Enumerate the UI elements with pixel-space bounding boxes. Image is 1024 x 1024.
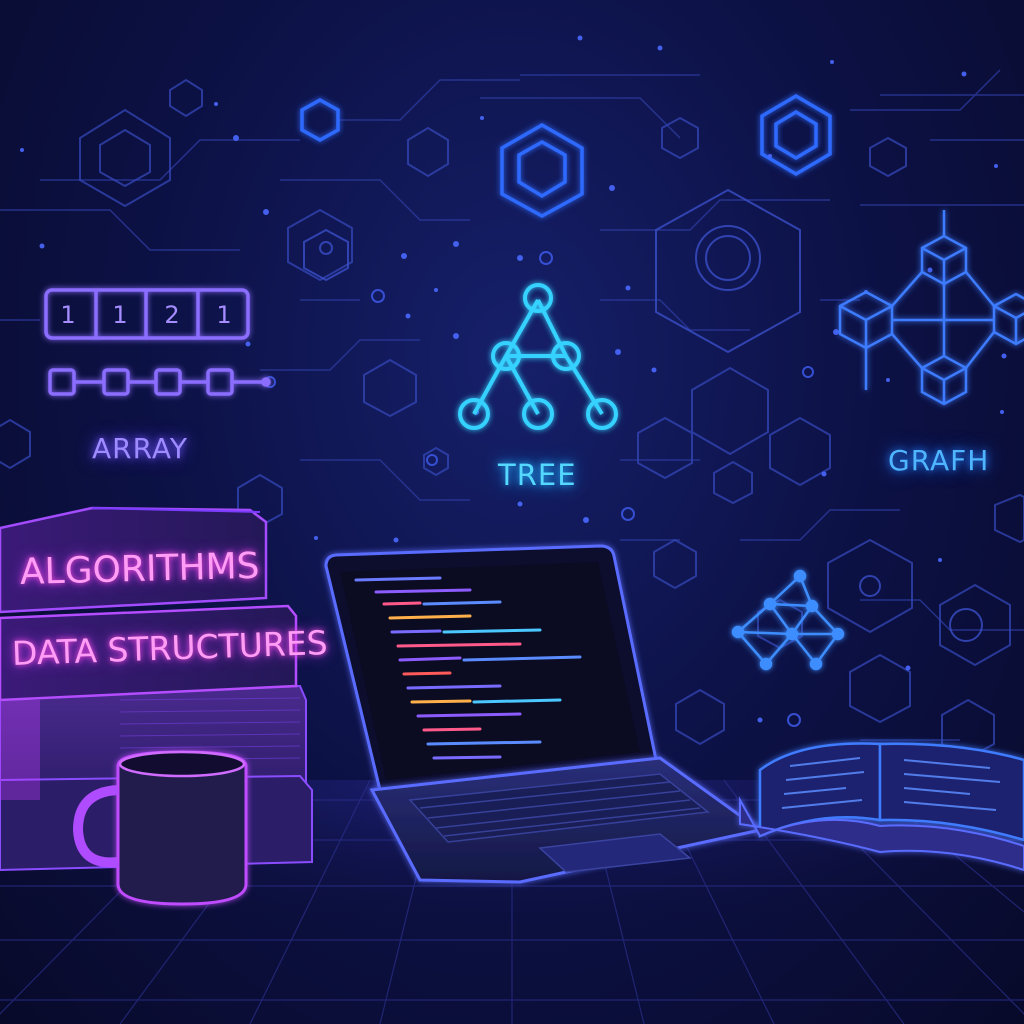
graph-label: GRAFH: [888, 444, 990, 477]
tree-label: TREE: [498, 458, 577, 492]
array-label: ARRAY: [92, 432, 189, 465]
illustration-scene: 1 1 2 1 ALGORITHMS DATA STRUCTURES ARRAY…: [0, 0, 1024, 1024]
open-book: [739, 742, 1024, 872]
